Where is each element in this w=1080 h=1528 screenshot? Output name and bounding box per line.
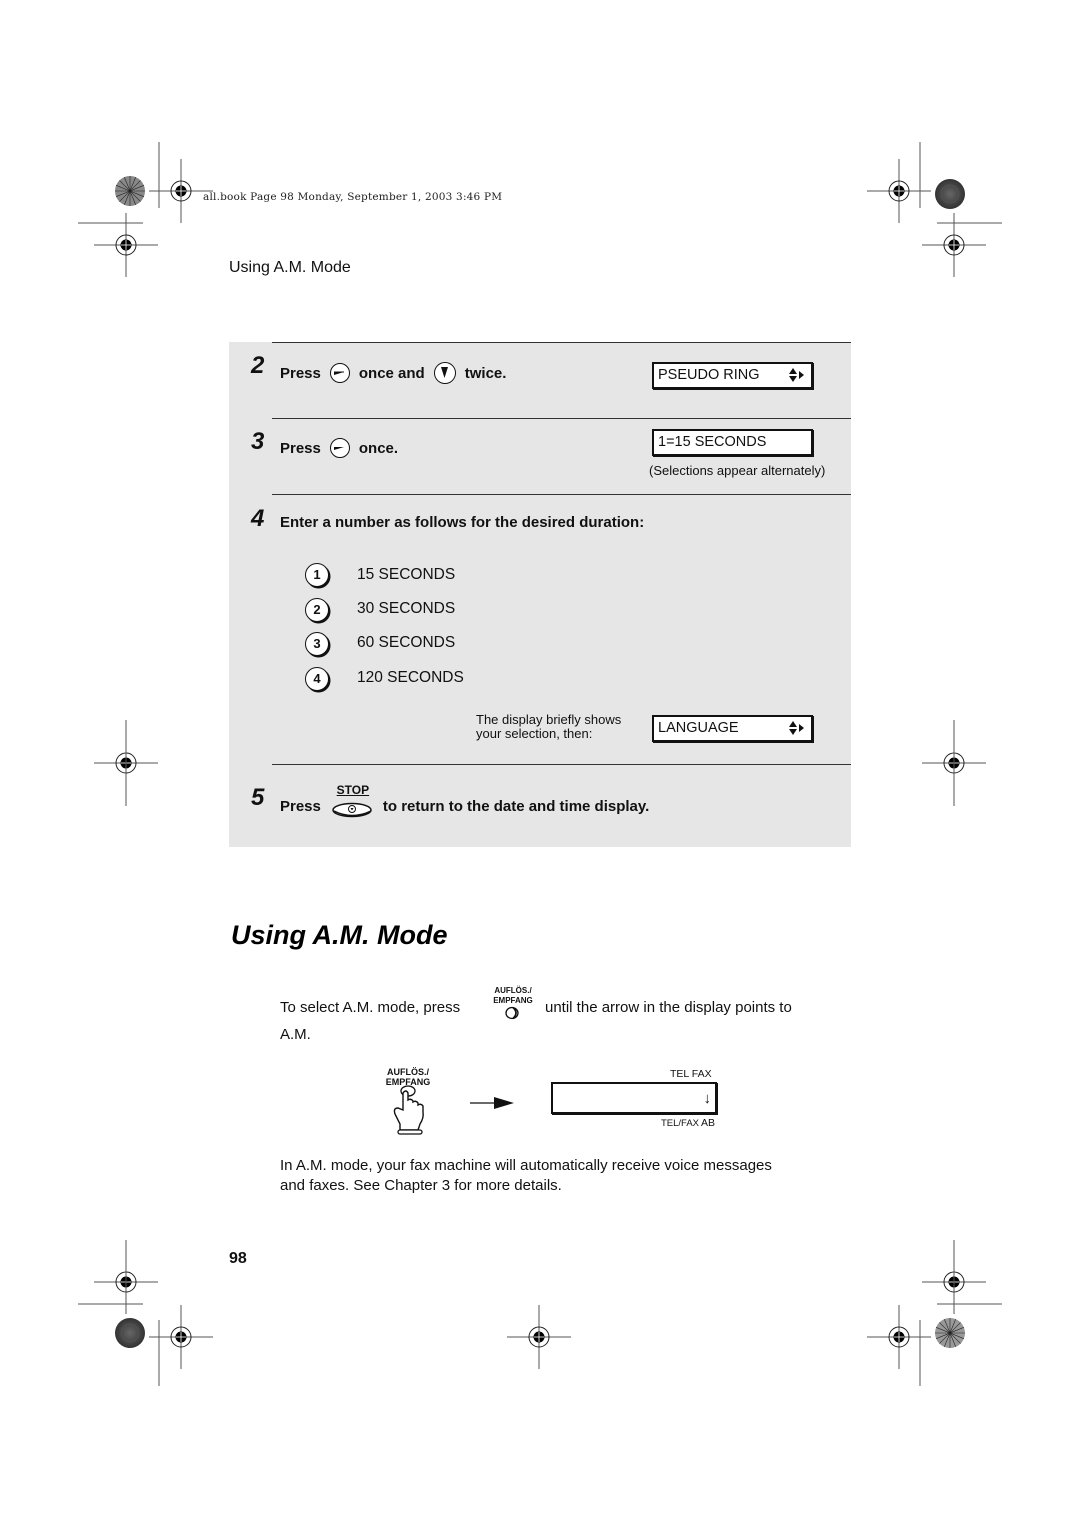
duration-option: 120 SECONDS <box>357 669 464 686</box>
key-3-icon: 3 <box>305 632 329 656</box>
intro-text: To select A.M. mode, press <box>280 999 461 1016</box>
step-text: once and <box>358 364 425 382</box>
display-mode-label-bottom: AB <box>701 1117 716 1129</box>
step-3-instruction: Press once. <box>280 438 398 458</box>
key-label-line: AUFLÖS./ <box>494 986 532 995</box>
key-2-icon: 2 <box>305 598 329 622</box>
key-label: AUFLÖS./ EMPFANG <box>488 986 538 1006</box>
key-label-line: AUFLÖS./ <box>387 1067 429 1077</box>
star-target-bottom-right <box>935 1318 965 1348</box>
step-2-instruction: Press once and twice. <box>280 362 506 384</box>
section-title: Using A.M. Mode <box>231 920 448 950</box>
step-text: Press <box>280 439 321 457</box>
lcd-text: PSEUDO RING <box>658 367 760 383</box>
divider <box>272 342 851 343</box>
lcd-display: 1=15 SECONDS <box>652 429 813 456</box>
right-arrow-button-icon <box>329 363 350 383</box>
duration-option: 15 SECONDS <box>357 566 456 583</box>
key-1-icon: 1 <box>305 563 329 587</box>
print-header-stamp: all.book Page 98 Monday, September 1, 20… <box>203 191 503 203</box>
divider <box>272 418 851 419</box>
step-number: 5 <box>251 784 265 811</box>
step-5-instruction: Press STOP to return to the date and tim… <box>280 783 650 819</box>
right-arrow-icon <box>470 1097 514 1109</box>
divider <box>272 764 851 765</box>
display-arrow-indicator: ↓ <box>703 1090 712 1107</box>
lcd-display: PSEUDO RING <box>652 362 813 389</box>
key-label-line: EMPFANG <box>493 996 533 1005</box>
running-head: Using A.M. Mode <box>229 259 351 276</box>
star-target-top-left <box>115 176 145 206</box>
display-note: The display briefly shows <box>476 712 622 727</box>
lcd-text: LANGUAGE <box>658 720 739 736</box>
step-number: 4 <box>251 505 265 532</box>
mode-display-illustration: ↓ <box>551 1082 717 1114</box>
empfang-button-icon <box>505 1006 519 1020</box>
display-mode-label-top: TEL FAX <box>670 1068 712 1080</box>
display-note: (Selections appear alternately) <box>649 463 826 478</box>
lcd-text: 1=15 SECONDS <box>658 434 767 450</box>
duration-option: 60 SECONDS <box>357 634 456 651</box>
up-down-right-arrows-icon <box>789 368 804 382</box>
intro-text: A.M. <box>280 1026 311 1043</box>
divider <box>272 494 851 495</box>
key-4-icon: 4 <box>305 667 329 691</box>
step-text: twice. <box>464 364 507 382</box>
paragraph-text: and faxes. See Chapter 3 for more detail… <box>280 1177 562 1194</box>
paragraph-text: In A.M. mode, your fax machine will auto… <box>280 1157 772 1174</box>
finger-pressing-button-icon <box>393 1085 424 1135</box>
step-number: 2 <box>251 352 265 379</box>
step-text: Press <box>280 364 321 382</box>
stop-button-icon: STOP <box>331 783 375 819</box>
step-4-instruction: Enter a number as follows for the desire… <box>280 514 645 531</box>
lcd-display: LANGUAGE <box>652 715 813 742</box>
display-note: your selection, then: <box>476 726 593 741</box>
step-number: 3 <box>251 428 265 455</box>
step-text: Press <box>280 797 321 815</box>
down-arrow-button-icon <box>433 362 456 384</box>
display-mode-label-bottom: TEL/FAX <box>661 1118 700 1129</box>
duration-option: 30 SECONDS <box>357 600 456 617</box>
right-arrow-button-icon <box>329 438 350 458</box>
page-number: 98 <box>229 1250 247 1267</box>
step-text: once. <box>358 439 399 457</box>
up-down-right-arrows-icon <box>789 721 804 735</box>
stop-button-label: STOP <box>336 783 370 797</box>
intro-text: until the arrow in the display points to <box>545 999 792 1016</box>
step-text: to return to the date and time display. <box>382 797 650 815</box>
